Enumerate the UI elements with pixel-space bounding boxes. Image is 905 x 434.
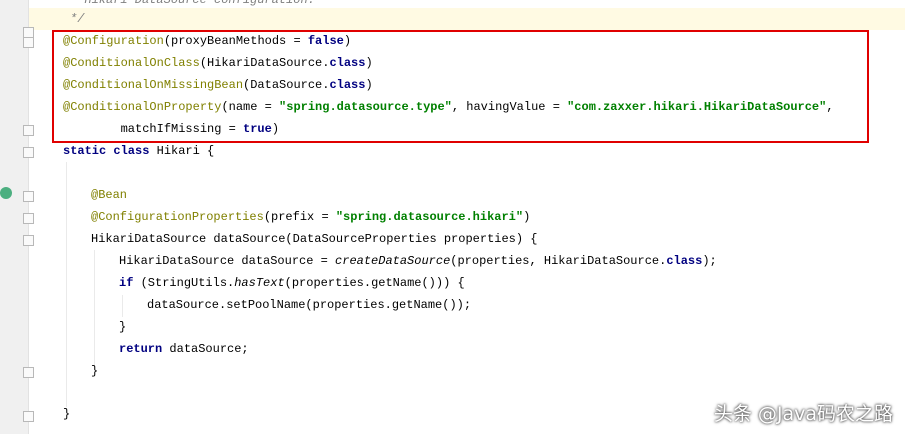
code-text: ) bbox=[523, 210, 531, 224]
code-line: @ConfigurationProperties(prefix = "sprin… bbox=[91, 206, 530, 228]
keyword: if bbox=[119, 276, 141, 290]
fold-end-icon[interactable] bbox=[23, 213, 34, 224]
code-line: } bbox=[119, 320, 127, 334]
keyword: static class bbox=[63, 144, 157, 158]
code-line: HikariDataSource dataSource = createData… bbox=[119, 250, 717, 272]
code-line: dataSource.setPoolName(properties.getNam… bbox=[147, 298, 472, 312]
code-line: */ bbox=[70, 12, 85, 26]
fold-start-icon[interactable] bbox=[23, 191, 34, 202]
code-line: if (StringUtils.hasText(properties.getNa… bbox=[119, 272, 465, 294]
code-text: HikariDataSource dataSource = bbox=[119, 254, 336, 268]
annotation: @ConfigurationProperties bbox=[91, 210, 264, 224]
fold-end-icon[interactable] bbox=[23, 367, 34, 378]
code-text: (properties, HikariDataSource. bbox=[450, 254, 667, 268]
string-literal: "spring.datasource.hikari" bbox=[335, 210, 524, 224]
fold-start-icon[interactable] bbox=[23, 235, 34, 246]
annotation: @Bean bbox=[91, 188, 128, 202]
code-line: static class Hikari { bbox=[63, 140, 214, 162]
code-line: HikariDataSource dataSource(DataSourcePr… bbox=[91, 232, 538, 246]
method-call: hasText bbox=[234, 276, 285, 290]
indent-guide bbox=[66, 162, 67, 407]
code-text: (prefix = bbox=[263, 210, 336, 224]
caret-line-highlight bbox=[29, 8, 905, 30]
keyword: return bbox=[119, 342, 170, 356]
code-text: Hikari { bbox=[156, 144, 215, 158]
bean-gutter-icon[interactable] bbox=[0, 187, 12, 199]
watermark: 头条 @Java码农之路 bbox=[713, 403, 893, 425]
fold-start-icon[interactable] bbox=[23, 37, 34, 48]
code-text: ); bbox=[702, 254, 717, 268]
code-line: } bbox=[63, 407, 71, 421]
code-text: (StringUtils. bbox=[140, 276, 235, 290]
fold-end-icon[interactable] bbox=[23, 411, 34, 422]
method-call: createDataSource bbox=[335, 254, 451, 268]
code-line: * Hikari DataSource configuration. bbox=[70, 0, 315, 7]
highlight-box bbox=[52, 30, 869, 143]
fold-end-icon[interactable] bbox=[23, 125, 34, 136]
keyword: class bbox=[666, 254, 703, 268]
indent-guide bbox=[122, 295, 123, 317]
fold-start-icon[interactable] bbox=[23, 147, 34, 158]
code-line: return dataSource; bbox=[119, 338, 249, 360]
code-text: dataSource; bbox=[169, 342, 249, 356]
code-line: } bbox=[91, 364, 99, 378]
indent-guide bbox=[94, 250, 95, 365]
code-text: (properties.getName())) { bbox=[284, 276, 465, 290]
